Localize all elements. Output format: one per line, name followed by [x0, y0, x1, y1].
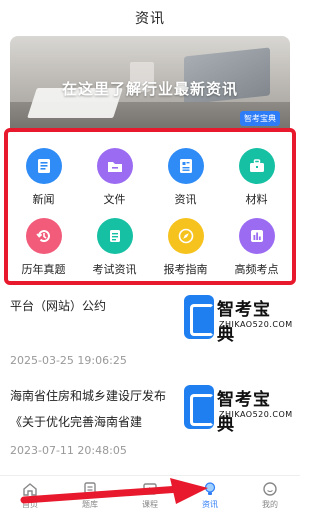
- news-date: 2023-07-11 20:48:05: [10, 444, 127, 457]
- folder-icon: [96, 148, 133, 184]
- course-icon: [141, 480, 159, 498]
- page-title: 资讯: [135, 11, 165, 27]
- news-date: 2025-03-25 19:06:25: [10, 354, 127, 367]
- news-item[interactable]: 海南省住房和城乡建设厅发布《关于优化完善海南省建 2023-07-11 20:4…: [0, 375, 300, 465]
- news-list: 平台（网站）公约 2025-03-25 19:06:25 智考宝典 ZHIKAO…: [0, 285, 300, 465]
- tab-home[interactable]: 首页: [0, 476, 60, 513]
- top-bar: 资讯: [0, 0, 300, 36]
- banner-slogan: 在这里了解行业最新资讯: [61, 80, 238, 98]
- news-thumbnail-logo: 智考宝典 ZHIKAO520.COM: [184, 383, 292, 437]
- category-label: 文件: [103, 193, 126, 206]
- category-label: 新闻: [32, 193, 55, 206]
- tab-label: 首页: [22, 499, 38, 509]
- profile-icon: [261, 480, 279, 498]
- briefcase-icon: [238, 148, 275, 184]
- tab-label: 资讯: [202, 499, 218, 509]
- home-icon: [21, 480, 39, 498]
- category-label: 材料: [245, 193, 268, 206]
- category-label: 考试资讯: [92, 263, 137, 276]
- category-grid: 新闻 文件 资讯 材料 历年真题 考试资讯 报考指南 高频考点: [8, 142, 292, 282]
- news-title: 海南省住房和城乡建设厅发布《关于优化完善海南省建: [10, 389, 167, 429]
- banner-badge: 智考宝典: [240, 111, 280, 126]
- lightbulb-icon: [201, 480, 219, 498]
- tab-news[interactable]: 资讯: [180, 476, 240, 513]
- category-label: 高频考点: [234, 263, 279, 276]
- category-label: 报考指南: [163, 263, 208, 276]
- category-info[interactable]: 资讯: [150, 142, 221, 212]
- category-application-guide[interactable]: 报考指南: [150, 212, 221, 282]
- document-icon: [167, 148, 204, 184]
- category-news[interactable]: 新闻: [8, 142, 79, 212]
- category-exam-info[interactable]: 考试资讯: [79, 212, 150, 282]
- news-item[interactable]: 平台（网站）公约 2025-03-25 19:06:25 智考宝典 ZHIKAO…: [0, 285, 300, 375]
- zhikao-logo-icon: [184, 385, 214, 429]
- news-thumbnail-logo: 智考宝典 ZHIKAO520.COM: [184, 293, 292, 347]
- category-label: 资讯: [174, 193, 197, 206]
- category-key-points[interactable]: 高频考点: [221, 212, 292, 282]
- scroll-icon: [96, 218, 133, 254]
- zhikao-logo-icon: [184, 295, 214, 339]
- tab-label: 题库: [82, 499, 98, 509]
- question-bank-icon: [81, 480, 99, 498]
- logo-domain: ZHIKAO520.COM: [219, 410, 293, 419]
- logo-domain: ZHIKAO520.COM: [219, 320, 293, 329]
- bottom-tab-bar: 首页 题库 课程 资讯 我的: [0, 475, 300, 513]
- tab-courses[interactable]: 课程: [120, 476, 180, 513]
- news-title: 平台（网站）公约: [10, 299, 107, 313]
- news-icon: [25, 148, 62, 184]
- tab-question-bank[interactable]: 题库: [60, 476, 120, 513]
- history-icon: [25, 218, 62, 254]
- tab-label: 课程: [142, 499, 158, 509]
- category-label: 历年真题: [21, 263, 66, 276]
- category-files[interactable]: 文件: [79, 142, 150, 212]
- category-materials[interactable]: 材料: [221, 142, 292, 212]
- chart-icon: [238, 218, 275, 254]
- category-past-exams[interactable]: 历年真题: [8, 212, 79, 282]
- banner[interactable]: 在这里了解行业最新资讯 智考宝典: [10, 36, 290, 136]
- category-grid-highlight: 新闻 文件 资讯 材料 历年真题 考试资讯 报考指南 高频考点: [4, 128, 296, 285]
- compass-icon: [167, 218, 204, 254]
- tab-profile[interactable]: 我的: [240, 476, 300, 513]
- tab-label: 我的: [262, 499, 278, 509]
